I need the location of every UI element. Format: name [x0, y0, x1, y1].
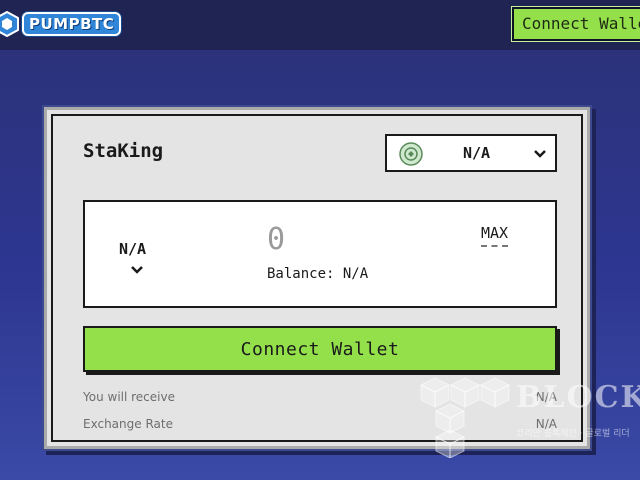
receive-label: You will receive	[83, 390, 175, 404]
top-header: PUMPBTC Connect Wallet	[0, 0, 640, 50]
chevron-down-icon	[533, 146, 547, 160]
exchange-rate-row: Exchange Rate N/A	[83, 417, 557, 435]
staking-card: StaKing N/A N/A 0 Balance: N/A MAX Conne…	[44, 107, 590, 449]
receive-row: You will receive N/A	[83, 390, 557, 408]
receive-value: N/A	[535, 390, 557, 404]
card-title: StaKing	[83, 140, 164, 162]
logo-mark-icon	[0, 10, 20, 38]
exchange-rate-value: N/A	[535, 417, 557, 431]
header-connect-wallet-button[interactable]: Connect Wallet	[511, 6, 640, 42]
connect-wallet-button[interactable]: Connect Wallet	[83, 326, 557, 372]
max-button[interactable]: MAX	[481, 224, 509, 247]
staking-card-inner: StaKing N/A N/A 0 Balance: N/A MAX Conne…	[51, 114, 583, 442]
token-coin-icon	[399, 142, 423, 166]
amount-input[interactable]: 0	[267, 222, 285, 257]
exchange-rate-label: Exchange Rate	[83, 417, 173, 431]
token-select-dropdown[interactable]: N/A	[385, 134, 557, 172]
balance-text: Balance: N/A	[267, 266, 369, 282]
logo-text: PUMPBTC	[22, 12, 122, 36]
chevron-down-icon[interactable]	[131, 260, 143, 274]
pumpbtc-logo[interactable]: PUMPBTC	[0, 6, 134, 42]
token-select-value: N/A	[463, 144, 491, 162]
stake-input-box: N/A 0 Balance: N/A MAX	[83, 200, 557, 308]
asset-selector[interactable]: N/A	[119, 240, 146, 258]
